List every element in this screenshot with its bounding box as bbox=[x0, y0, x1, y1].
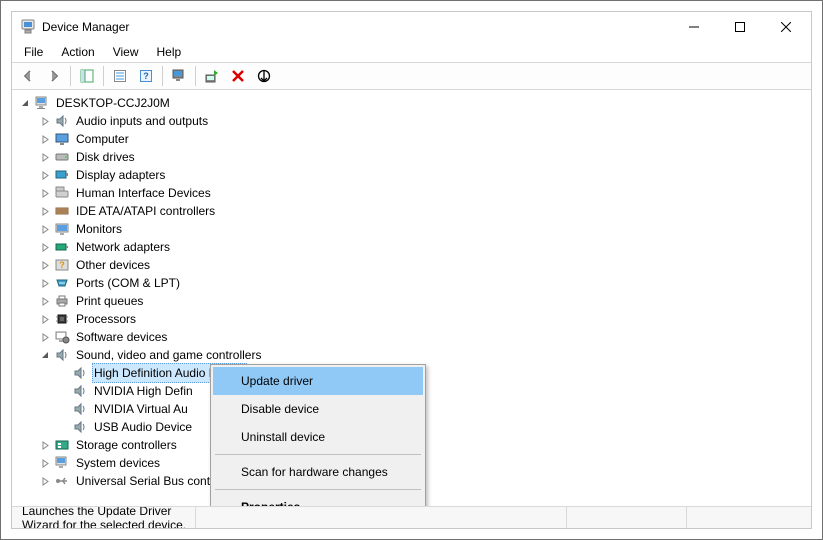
window-title: Device Manager bbox=[42, 20, 129, 34]
speaker-icon bbox=[72, 383, 88, 399]
expander-open-icon[interactable] bbox=[38, 348, 52, 362]
expander-closed-icon[interactable] bbox=[38, 474, 52, 488]
category-hid[interactable]: Human Interface Devices bbox=[14, 184, 809, 202]
expander-closed-icon[interactable] bbox=[38, 240, 52, 254]
menu-file[interactable]: File bbox=[16, 43, 51, 61]
category-network[interactable]: Network adapters bbox=[14, 238, 809, 256]
category-disk[interactable]: Disk drives bbox=[14, 148, 809, 166]
context-update-driver[interactable]: Update driver bbox=[213, 367, 423, 395]
minimize-button[interactable] bbox=[671, 12, 717, 42]
expander-closed-icon[interactable] bbox=[38, 312, 52, 326]
update-driver-button-toolbar[interactable] bbox=[200, 65, 224, 87]
category-display[interactable]: Display adapters bbox=[14, 166, 809, 184]
context-uninstall-device[interactable]: Uninstall device bbox=[213, 423, 423, 451]
network-icon bbox=[54, 239, 70, 255]
menu-help[interactable]: Help bbox=[149, 43, 190, 61]
category-computer[interactable]: Computer bbox=[14, 130, 809, 148]
category-sound[interactable]: Sound, video and game controllers bbox=[14, 346, 809, 364]
disable-button-toolbar[interactable] bbox=[252, 65, 276, 87]
category-other[interactable]: ? Other devices bbox=[14, 256, 809, 274]
context-properties[interactable]: Properties bbox=[213, 493, 423, 506]
close-button[interactable] bbox=[763, 12, 809, 42]
menu-view[interactable]: View bbox=[105, 43, 147, 61]
expander-closed-icon[interactable] bbox=[38, 150, 52, 164]
menubar: File Action View Help bbox=[12, 42, 811, 62]
context-menu: Update driver Disable device Uninstall d… bbox=[210, 364, 426, 506]
help-button[interactable]: ? bbox=[134, 65, 158, 87]
show-hide-tree-button[interactable] bbox=[75, 65, 99, 87]
expander-closed-icon[interactable] bbox=[38, 294, 52, 308]
titlebar: Device Manager bbox=[12, 12, 811, 42]
cpu-icon bbox=[54, 311, 70, 327]
unknown-device-icon: ? bbox=[54, 257, 70, 273]
usb-icon bbox=[54, 473, 70, 489]
speaker-icon bbox=[72, 401, 88, 417]
back-button[interactable] bbox=[16, 65, 40, 87]
category-cpu[interactable]: Processors bbox=[14, 310, 809, 328]
category-printq[interactable]: Print queues bbox=[14, 292, 809, 310]
forward-button[interactable] bbox=[42, 65, 66, 87]
uninstall-button-toolbar[interactable] bbox=[226, 65, 250, 87]
speaker-icon bbox=[54, 347, 70, 363]
software-device-icon bbox=[54, 329, 70, 345]
expander-closed-icon[interactable] bbox=[38, 186, 52, 200]
category-software[interactable]: Software devices bbox=[14, 328, 809, 346]
tree-root[interactable]: DESKTOP-CCJ2J0M bbox=[14, 94, 809, 112]
svg-text:?: ? bbox=[143, 71, 149, 81]
svg-text:?: ? bbox=[59, 260, 65, 270]
menu-action[interactable]: Action bbox=[53, 43, 102, 61]
storage-controller-icon bbox=[54, 437, 70, 453]
toolbar: ? bbox=[12, 62, 811, 90]
category-ports[interactable]: Ports (COM & LPT) bbox=[14, 274, 809, 292]
maximize-button[interactable] bbox=[717, 12, 763, 42]
category-monitors[interactable]: Monitors bbox=[14, 220, 809, 238]
expander-closed-icon[interactable] bbox=[38, 276, 52, 290]
expander-closed-icon[interactable] bbox=[38, 132, 52, 146]
properties-button-toolbar[interactable] bbox=[108, 65, 132, 87]
category-audio[interactable]: Audio inputs and outputs bbox=[14, 112, 809, 130]
expander-closed-icon[interactable] bbox=[38, 330, 52, 344]
port-icon bbox=[54, 275, 70, 291]
expander-closed-icon[interactable] bbox=[38, 168, 52, 182]
status-text: Launches the Update Driver Wizard for th… bbox=[16, 507, 196, 528]
context-separator bbox=[215, 489, 421, 490]
speaker-icon bbox=[72, 419, 88, 435]
context-scan-hardware[interactable]: Scan for hardware changes bbox=[213, 458, 423, 486]
expander-closed-icon[interactable] bbox=[38, 456, 52, 470]
context-disable-device[interactable]: Disable device bbox=[213, 395, 423, 423]
app-icon bbox=[20, 19, 36, 35]
speaker-icon bbox=[72, 365, 88, 381]
disk-icon bbox=[54, 149, 70, 165]
display-adapter-icon bbox=[54, 167, 70, 183]
category-ide[interactable]: IDE ATA/ATAPI controllers bbox=[14, 202, 809, 220]
scan-hardware-button[interactable] bbox=[167, 65, 191, 87]
context-separator bbox=[215, 454, 421, 455]
root-label: DESKTOP-CCJ2J0M bbox=[54, 94, 172, 112]
expander-open-icon[interactable] bbox=[18, 96, 32, 110]
statusbar: Launches the Update Driver Wizard for th… bbox=[12, 506, 811, 528]
expander-closed-icon[interactable] bbox=[38, 222, 52, 236]
device-tree[interactable]: DESKTOP-CCJ2J0M Audio inputs and outputs… bbox=[12, 90, 811, 506]
speaker-icon bbox=[54, 113, 70, 129]
expander-closed-icon[interactable] bbox=[38, 204, 52, 218]
expander-closed-icon[interactable] bbox=[38, 114, 52, 128]
hid-icon bbox=[54, 185, 70, 201]
expander-closed-icon[interactable] bbox=[38, 258, 52, 272]
system-device-icon bbox=[54, 455, 70, 471]
computer-icon bbox=[34, 95, 50, 111]
monitor-icon bbox=[54, 131, 70, 147]
ide-icon bbox=[54, 203, 70, 219]
printer-icon bbox=[54, 293, 70, 309]
monitor-icon bbox=[54, 221, 70, 237]
expander-closed-icon[interactable] bbox=[38, 438, 52, 452]
device-manager-window: Device Manager File Action View Help bbox=[0, 0, 823, 540]
